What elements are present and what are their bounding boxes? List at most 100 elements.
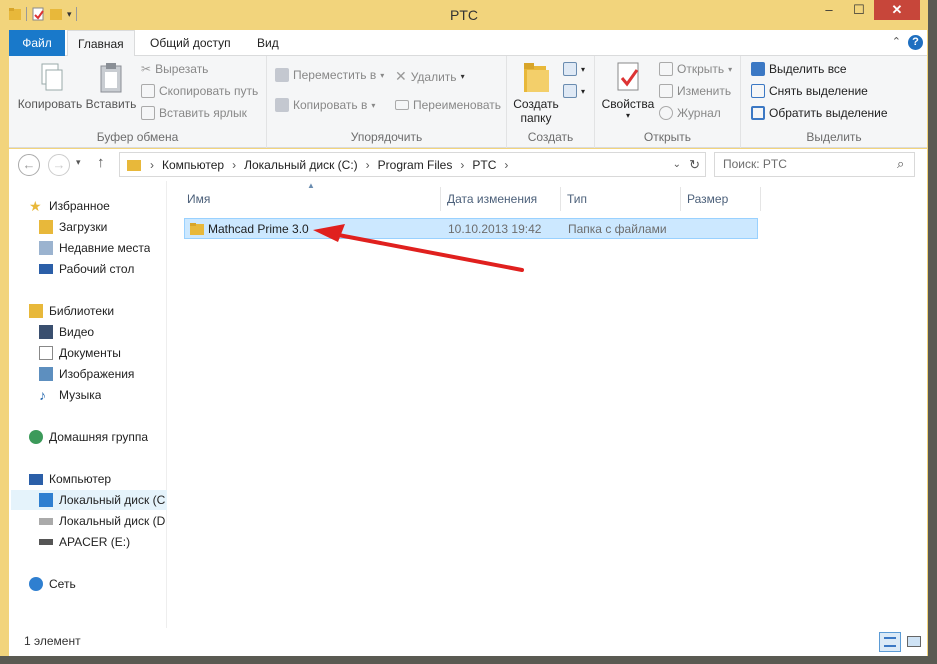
rename-button[interactable]: Переименовать <box>395 98 501 112</box>
address-bar[interactable]: › Компьютер › Локальный диск (C:) › Prog… <box>119 152 706 177</box>
nav-homegroup[interactable]: Домашняя группа <box>29 427 148 447</box>
forward-button[interactable]: → <box>48 154 70 176</box>
copy-path-icon <box>141 84 155 98</box>
copy-to-button[interactable]: Копировать в ▾ <box>275 98 375 112</box>
open-button[interactable]: Открыть ▾ <box>659 62 732 76</box>
nav-computer[interactable]: Компьютер <box>29 469 111 489</box>
desktop-icon <box>39 264 53 274</box>
up-button[interactable]: ↑ <box>97 154 105 171</box>
paste-button[interactable]: Вставить <box>83 62 139 111</box>
copy-path-button[interactable]: Скопировать путь <box>141 84 258 98</box>
select-none-button[interactable]: Снять выделение <box>751 84 868 98</box>
large-icons-view-button[interactable] <box>903 632 925 652</box>
downloads-icon <box>39 220 53 234</box>
music-icon: ♪ <box>39 387 46 403</box>
nav-apacer[interactable]: APACER (E:) <box>39 532 130 552</box>
search-icon[interactable]: ⌕ <box>897 156 904 172</box>
maximize-button[interactable]: ☐ <box>844 0 874 20</box>
item-count: 1 элемент <box>24 634 81 648</box>
folder-icon <box>190 223 204 235</box>
breadcrumb-separator-icon: › <box>150 157 154 172</box>
history-button[interactable]: Журнал <box>659 106 721 120</box>
collapse-ribbon-icon[interactable]: ⌃ <box>892 35 901 48</box>
back-button[interactable]: ← <box>18 154 40 176</box>
libraries-icon <box>29 304 43 318</box>
breadcrumb-program-files[interactable]: Program Files <box>378 158 453 172</box>
usb-drive-icon <box>39 539 53 545</box>
window-title: PTC <box>450 7 478 23</box>
copy-to-icon <box>275 98 289 112</box>
open-icon <box>659 62 673 76</box>
breadcrumb-disk-c[interactable]: Локальный диск (C:) <box>244 158 358 172</box>
recent-places-icon <box>39 241 53 255</box>
edit-button[interactable]: Изменить <box>659 84 731 98</box>
properties-dropdown-icon[interactable]: ▾ <box>599 111 657 120</box>
column-header-type[interactable]: Тип <box>561 187 681 211</box>
nav-libraries[interactable]: Библиотеки <box>29 301 114 321</box>
invert-selection-icon <box>751 106 765 120</box>
minimize-button[interactable]: – <box>814 0 844 20</box>
breadcrumb-computer[interactable]: Компьютер <box>162 158 224 172</box>
nav-recent[interactable]: Недавние места <box>39 238 150 258</box>
tab-share[interactable]: Общий доступ <box>140 30 241 56</box>
delete-x-icon: ✕ <box>395 68 407 84</box>
nav-network[interactable]: Сеть <box>29 574 76 594</box>
breadcrumb-ptc[interactable]: PTC <box>472 158 496 172</box>
large-icons-view-icon <box>907 636 921 647</box>
tab-file[interactable]: Файл <box>9 30 65 56</box>
nav-images[interactable]: Изображения <box>39 364 134 384</box>
invert-selection-button[interactable]: Обратить выделение <box>751 106 888 120</box>
rename-icon <box>395 100 409 110</box>
new-folder-button[interactable]: Создать папку <box>513 60 559 125</box>
history-icon <box>659 106 673 120</box>
delete-button[interactable]: ✕ Удалить ▾ <box>395 68 465 85</box>
nav-disk-d[interactable]: Локальный диск (D <box>39 511 165 531</box>
nav-video[interactable]: Видео <box>39 322 94 342</box>
recent-locations-icon[interactable]: ▾ <box>76 157 81 168</box>
cut-button[interactable]: ✂ Вырезать <box>141 62 208 76</box>
column-header-date[interactable]: Дата изменения <box>441 187 561 211</box>
group-label-organize: Упорядочить <box>350 130 423 144</box>
move-to-icon <box>275 68 289 82</box>
nav-documents[interactable]: Документы <box>39 343 121 363</box>
ribbon: Копировать Вставить ✂ Вырезать Скопироват… <box>9 56 927 148</box>
new-item-button[interactable]: ▾ <box>563 62 585 76</box>
close-button[interactable]: ✕ <box>874 0 920 20</box>
images-icon <box>39 367 53 381</box>
details-view-button[interactable] <box>879 632 901 652</box>
address-history-icon[interactable]: ⌄ <box>673 159 681 170</box>
system-drive-icon <box>39 493 53 507</box>
edit-icon <box>659 84 673 98</box>
nav-disk-c[interactable]: Локальный диск (C <box>11 490 167 510</box>
properties-button[interactable]: Свойства ▾ <box>599 60 657 120</box>
easy-access-button[interactable]: ▾ <box>563 84 585 98</box>
paste-shortcut-button[interactable]: Вставить ярлык <box>141 106 247 120</box>
new-folder-big-icon <box>524 63 549 92</box>
nav-favorites[interactable]: ★ Избранное <box>29 196 110 216</box>
breadcrumb-separator-icon: › <box>460 157 465 172</box>
homegroup-icon <box>29 430 43 444</box>
details-view-icon <box>884 637 896 647</box>
nav-music[interactable]: ♪ Музыка <box>39 385 101 405</box>
copy-button[interactable]: Копировать <box>17 62 83 111</box>
video-icon <box>39 325 53 339</box>
select-all-button[interactable]: Выделить все <box>751 62 847 76</box>
nav-downloads[interactable]: Загрузки <box>39 217 107 237</box>
paste-shortcut-icon <box>141 106 155 120</box>
nav-desktop[interactable]: Рабочий стол <box>39 259 134 279</box>
content-area: ★ Избранное Загрузки Недавние места Рабоч… <box>9 181 927 628</box>
tab-home[interactable]: Главная <box>67 30 135 57</box>
column-header-size[interactable]: Размер <box>681 187 761 211</box>
search-input[interactable]: Поиск: PTC <box>714 152 915 177</box>
help-icon[interactable]: ? <box>908 35 923 50</box>
move-to-button[interactable]: Переместить в ▾ <box>275 68 384 82</box>
file-date: 10.10.2013 19:42 <box>448 222 542 236</box>
navigation-bar: ← → ▾ ↑ › Компьютер › Локальный диск (C:… <box>9 149 927 181</box>
breadcrumb-separator-icon: › <box>504 157 509 172</box>
tab-view[interactable]: Вид <box>247 30 289 56</box>
refresh-icon[interactable]: ↻ <box>689 157 700 173</box>
column-header-name[interactable]: Имя <box>181 187 441 211</box>
navigation-pane: ★ Избранное Загрузки Недавние места Рабоч… <box>9 181 167 628</box>
ribbon-tabs: Файл Главная Общий доступ Вид ⌃ ? <box>9 30 927 57</box>
table-row[interactable]: Mathcad Prime 3.0 10.10.2013 19:42 Папка… <box>184 218 758 239</box>
